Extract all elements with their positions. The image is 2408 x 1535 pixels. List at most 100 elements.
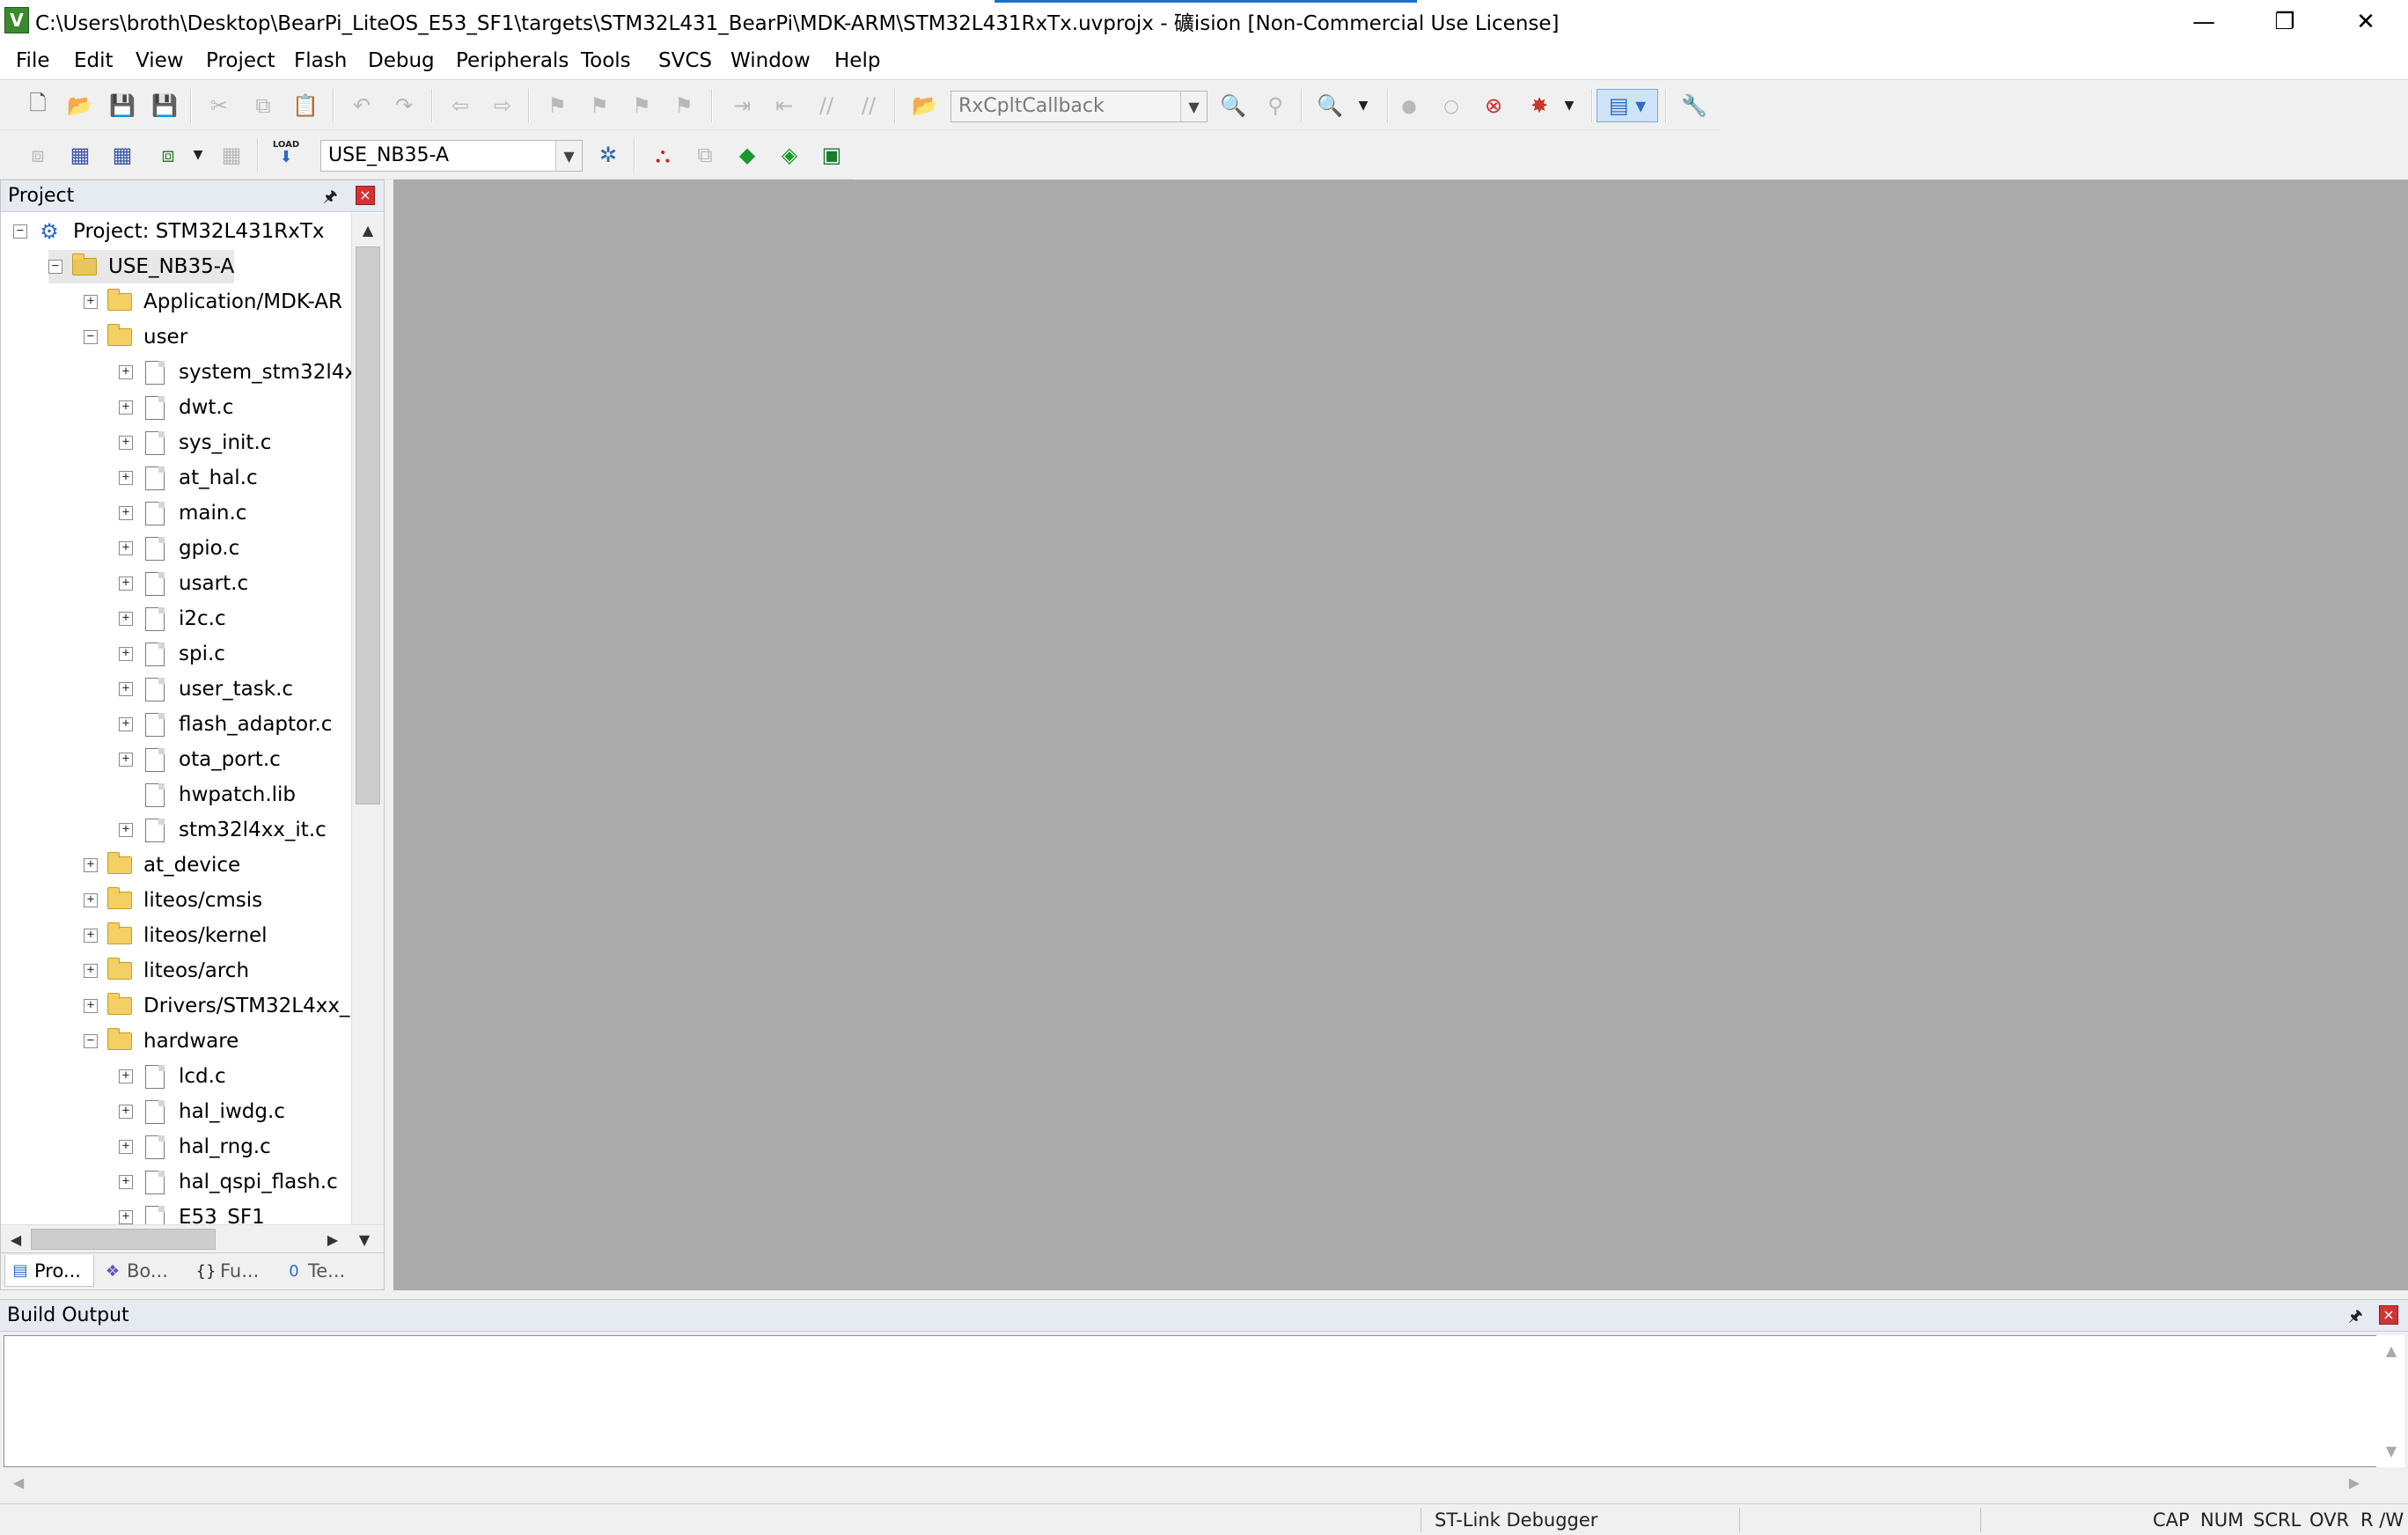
menu-view[interactable]: View — [132, 48, 187, 74]
expand-icon[interactable]: + — [119, 612, 133, 626]
tree-item[interactable]: − ⚙ Project: STM32L431RxTx — [13, 215, 324, 248]
tree-item[interactable]: + hal_qspi_flash.c — [119, 1165, 338, 1199]
tab-project[interactable]: ▤ Pro... — [4, 1255, 94, 1287]
expand-icon[interactable]: + — [84, 964, 98, 978]
bookmark-next-icon[interactable]: ⚑ — [625, 89, 658, 122]
tree-item[interactable]: + liteos/kernel — [84, 919, 268, 952]
tab-functions[interactable]: {} Fu... — [191, 1255, 274, 1287]
tree-item[interactable]: − USE_NB35-A — [48, 250, 235, 283]
scroll-thumb[interactable] — [356, 246, 380, 804]
expand-icon[interactable]: + — [119, 577, 133, 591]
comment-icon[interactable]: // — [810, 89, 843, 122]
find-icon[interactable]: 🔍 — [1216, 89, 1250, 122]
build-output-text[interactable] — [4, 1335, 2380, 1467]
pin-icon[interactable]: 🖈 — [2348, 1305, 2363, 1332]
tree-item[interactable]: + usart.c — [119, 567, 248, 600]
minimize-button[interactable]: — — [2163, 0, 2244, 43]
find-combo[interactable]: RxCpltCallback ▼ — [951, 91, 1208, 122]
scroll-right-icon[interactable]: ▶ — [2341, 1469, 2368, 1495]
expand-icon[interactable]: + — [119, 436, 133, 450]
target-select[interactable]: USE_NB35-A ▼ — [320, 140, 583, 172]
tree-item[interactable]: + hal_rng.c — [119, 1130, 271, 1164]
menu-edit[interactable]: Edit — [70, 48, 117, 74]
menu-tools[interactable]: Tools — [577, 48, 635, 74]
tree-item[interactable]: + Drivers/STM32L4xx_H — [84, 989, 351, 1023]
select-packs-icon[interactable]: ⧉ — [688, 138, 722, 172]
tree-item[interactable]: + gpio.c — [119, 532, 239, 565]
chevron-down-icon[interactable]: ▼ — [1180, 92, 1207, 121]
close-panel-icon[interactable]: × — [356, 186, 375, 205]
breakpoint-kill-all-icon[interactable]: ✸ — [1523, 89, 1556, 122]
tree-item[interactable]: + sys_init.c — [119, 426, 271, 459]
software-packs-icon[interactable]: ▣ — [815, 138, 848, 172]
tree-item[interactable]: + stm32l4xx_it.c — [119, 813, 327, 847]
open-file-icon[interactable]: 📂 — [63, 89, 97, 122]
bookmark-clear-icon[interactable]: ⚑ — [667, 89, 701, 122]
menu-window[interactable]: Window — [727, 48, 814, 74]
expand-icon[interactable]: + — [84, 858, 98, 872]
build-icon[interactable]: ▦ — [63, 138, 97, 172]
project-tree-vertical-scrollbar[interactable]: ▲ — [351, 213, 384, 1228]
window-layout-icon[interactable]: ▤ ▾ — [1597, 89, 1658, 122]
bookmark-previous-icon[interactable]: ⚑ — [583, 89, 616, 122]
redo-icon[interactable]: ↷ — [387, 89, 421, 122]
expand-icon[interactable]: + — [84, 893, 98, 907]
tree-item[interactable]: + liteos/arch — [84, 954, 249, 988]
bookmark-toggle-icon[interactable]: ⚑ — [540, 89, 574, 122]
tab-books[interactable]: ❖ Bo... — [98, 1255, 186, 1287]
restore-button[interactable]: ❐ — [2244, 0, 2325, 43]
batch-build-icon[interactable]: ⧈ — [151, 138, 185, 172]
expand-icon[interactable]: + — [119, 717, 133, 731]
menu-svcs[interactable]: SVCS — [655, 48, 716, 74]
download-icon[interactable]: LOAD ⬇ — [269, 136, 303, 170]
expand-icon[interactable]: + — [119, 365, 133, 379]
close-window-button[interactable]: ✕ — [2325, 0, 2406, 43]
find-in-files-icon[interactable]: 📂 — [908, 89, 942, 122]
collapse-icon[interactable]: − — [84, 1034, 98, 1048]
expand-icon[interactable]: + — [119, 1105, 133, 1119]
debug-session-icon[interactable]: 🔍 — [1313, 89, 1347, 122]
scroll-up-icon[interactable]: ▲ — [355, 217, 381, 243]
save-icon[interactable]: 💾 — [106, 89, 139, 122]
undo-icon[interactable]: ↶ — [345, 89, 378, 122]
breakpoint-insert-icon[interactable]: ● — [1392, 89, 1426, 122]
scroll-right-icon[interactable]: ▶ — [319, 1226, 346, 1252]
tree-item[interactable]: + user_task.c — [119, 672, 293, 706]
new-file-icon[interactable]: 🗋 — [21, 89, 55, 122]
cut-icon[interactable]: ✂ — [202, 89, 236, 122]
expand-icon[interactable]: + — [119, 682, 133, 696]
tree-item[interactable]: + main.c — [119, 496, 246, 530]
scroll-left-icon[interactable]: ◀ — [3, 1226, 29, 1252]
menu-project[interactable]: Project — [202, 48, 279, 74]
tree-item[interactable]: + system_stm32l4xx — [119, 356, 351, 389]
tree-item[interactable]: + Application/MDK-AR — [84, 285, 342, 319]
tree-item[interactable]: + lcd.c — [119, 1060, 226, 1093]
tree-item[interactable]: + spi.c — [119, 637, 225, 671]
menu-help[interactable]: Help — [831, 48, 884, 74]
target-options-icon[interactable]: ✲ — [591, 138, 625, 172]
scroll-left-icon[interactable]: ◀ — [5, 1469, 32, 1495]
rebuild-icon[interactable]: ▦ — [106, 138, 139, 172]
tree-item[interactable]: + flash_adaptor.c — [119, 708, 332, 741]
expand-icon[interactable]: + — [84, 295, 98, 309]
expand-icon[interactable]: + — [119, 1140, 133, 1154]
unindent-icon[interactable]: ⇤ — [767, 89, 801, 122]
tree-item[interactable]: + at_hal.c — [119, 461, 258, 495]
expand-icon[interactable]: + — [84, 929, 98, 943]
expand-icon[interactable]: + — [119, 1210, 133, 1224]
navigate-back-icon[interactable]: ⇦ — [444, 89, 477, 122]
breakpoint-disable-all-icon[interactable]: ⊗ — [1477, 89, 1510, 122]
expand-icon[interactable]: + — [119, 400, 133, 415]
expand-icon[interactable]: + — [119, 753, 133, 767]
manage-project-items-icon[interactable]: ⛬ — [646, 138, 679, 172]
tree-item[interactable]: + at_device — [84, 848, 240, 882]
collapse-icon[interactable]: − — [13, 224, 27, 239]
scroll-thumb[interactable] — [31, 1229, 216, 1250]
tree-item[interactable]: hwpatch.lib — [119, 778, 296, 812]
expand-icon[interactable]: + — [119, 541, 133, 555]
menu-debug[interactable]: Debug — [364, 48, 438, 74]
menu-file[interactable]: File — [12, 48, 54, 74]
chevron-down-icon[interactable]: ▼ — [181, 138, 215, 172]
expand-icon[interactable]: + — [119, 647, 133, 661]
translate-icon[interactable]: ⧈ — [21, 138, 55, 172]
